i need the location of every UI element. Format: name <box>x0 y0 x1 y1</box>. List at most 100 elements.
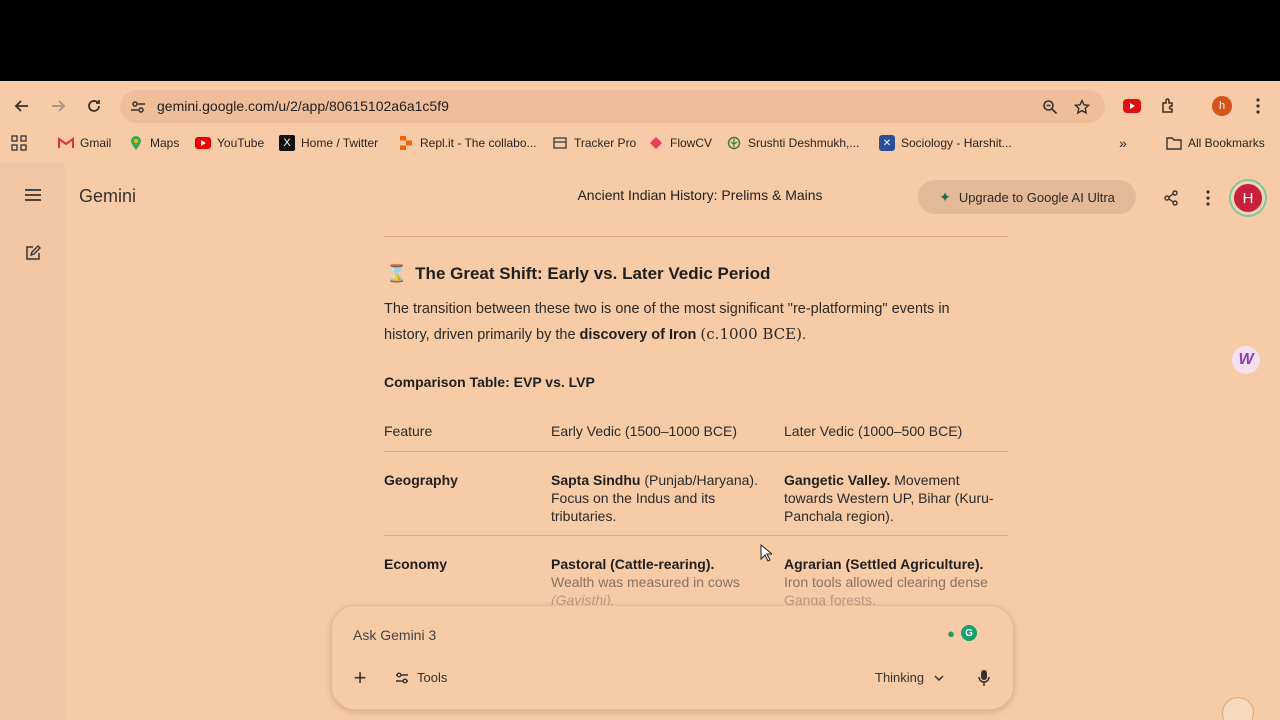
account-avatar[interactable]: H <box>1231 181 1265 215</box>
url-text[interactable]: gemini.google.com/u/2/app/80615102a6a1c5… <box>157 98 449 114</box>
table-row: Geography Sapta Sindhu (Punjab/Haryana).… <box>384 452 1008 536</box>
address-bar-row: gemini.google.com/u/2/app/80615102a6a1c5… <box>0 81 1280 131</box>
zoom-icon[interactable] <box>1040 97 1060 117</box>
bookmark-label: YouTube <box>217 136 265 150</box>
bookmark-label: Srushti Deshmukh,... <box>748 136 860 150</box>
share-icon[interactable] <box>1162 189 1180 207</box>
prompt-input[interactable]: Ask Gemini 3 <box>353 627 436 643</box>
cell-bold: Agrarian (Settled Agriculture). <box>784 556 984 572</box>
lightbulb-icon: ● <box>943 625 959 641</box>
table-heading: Comparison Table: EVP vs. LVP <box>384 374 595 390</box>
more-options-icon[interactable] <box>1199 189 1217 207</box>
upgrade-button[interactable]: ✦ Upgrade to Google AI Ultra <box>918 180 1136 214</box>
hourglass-icon: ⌛ <box>386 264 408 283</box>
new-chat-icon[interactable] <box>22 242 44 264</box>
bookmark-label: Maps <box>150 136 180 150</box>
pdf-extension-icon[interactable] <box>1222 697 1254 720</box>
site-settings-icon[interactable] <box>128 97 148 117</box>
bookmark-tracker[interactable]: Tracker Pro <box>552 134 636 152</box>
bookmarks-bar: Gmail Maps YouTube X Home / Twitter Repl… <box>0 131 1280 155</box>
gemini-sidebar <box>0 163 65 720</box>
tools-button[interactable]: Tools <box>395 670 447 685</box>
folder-icon <box>1166 135 1182 151</box>
browser-window: gemini.google.com/u/2/app/80615102a6a1c5… <box>0 81 1280 720</box>
sociology-icon: ✕ <box>879 135 895 151</box>
upgrade-label: Upgrade to Google AI Ultra <box>958 189 1115 205</box>
gemini-logo[interactable]: Gemini <box>79 186 136 207</box>
cell-bold: Sapta Sindhu <box>551 472 641 488</box>
tools-icon <box>396 672 408 683</box>
para-math: (c.1000 BCE) <box>700 325 802 343</box>
bookmark-sociology[interactable]: ✕ Sociology - Harshit... <box>879 134 1012 152</box>
grammarly-icon: G <box>961 625 977 641</box>
early-cell: Pastoral (Cattle-rearing). Wealth was me… <box>551 555 773 609</box>
youtube-icon <box>195 135 211 151</box>
header-cell: Early Vedic (1500–1000 BCE) <box>551 423 737 439</box>
youtube-extension-icon[interactable] <box>1121 95 1143 117</box>
all-bookmarks-label: All Bookmarks <box>1188 136 1265 150</box>
bookmark-label: FlowCV <box>670 136 713 150</box>
grammarly-widget[interactable]: ● G <box>943 625 977 641</box>
reload-button[interactable] <box>82 94 106 118</box>
bookmark-label: Repl.it - The collabo... <box>420 136 537 150</box>
para-bold: discovery of Iron <box>579 327 697 343</box>
sparkle-icon: ✦ <box>939 188 951 205</box>
gemini-header: Gemini Ancient Indian History: Prelims &… <box>65 163 1280 215</box>
bookmark-srushti[interactable]: Srushti Deshmukh,... <box>726 134 859 152</box>
apps-grid-icon[interactable] <box>11 134 27 152</box>
writing-assistant-icon[interactable]: W <box>1232 346 1260 374</box>
mode-selector[interactable]: Thinking <box>875 670 944 685</box>
intro-paragraph: The transition between these two is one … <box>384 297 984 348</box>
x-icon: X <box>279 135 295 151</box>
all-bookmarks-button[interactable]: All Bookmarks <box>1166 134 1265 152</box>
feature-label: Geography <box>384 472 458 488</box>
chevron-down-icon <box>934 674 944 681</box>
header-cell: Later Vedic (1000–500 BCE) <box>784 423 963 439</box>
prompt-input-box[interactable]: Ask Gemini 3 ● G + Tools Thinking <box>331 605 1014 710</box>
chat-title[interactable]: Ancient Indian History: Prelims & Mains <box>535 187 865 203</box>
bookmark-gmail[interactable]: Gmail <box>58 134 111 152</box>
later-cell: Agrarian (Settled Agriculture). Iron too… <box>784 555 1008 609</box>
omnibox[interactable]: gemini.google.com/u/2/app/80615102a6a1c5… <box>120 90 1105 123</box>
bookmarks-overflow-button[interactable]: » <box>1119 134 1127 152</box>
mode-label: Thinking <box>875 670 925 685</box>
bookmark-label: Gmail <box>80 136 112 150</box>
early-cell: Sapta Sindhu (Punjab/Haryana). Focus on … <box>551 471 773 525</box>
divider <box>384 236 1008 237</box>
cell-bold: Pastoral (Cattle-rearing). <box>551 556 715 572</box>
microphone-icon[interactable] <box>975 668 993 688</box>
gmail-icon <box>58 135 74 151</box>
main-menu-icon[interactable] <box>22 184 44 206</box>
bookmark-replit[interactable]: Repl.it - The collabo... <box>398 134 537 152</box>
bookmark-maps[interactable]: Maps <box>128 134 179 152</box>
forward-button[interactable] <box>46 94 70 118</box>
section-heading: ⌛ The Great Shift: Early vs. Later Vedic… <box>386 264 770 284</box>
feature-label: Economy <box>384 556 448 572</box>
top-black-bar <box>0 0 1280 81</box>
section-title: The Great Shift: Early vs. Later Vedic P… <box>415 264 771 283</box>
bookmark-youtube[interactable]: YouTube <box>195 134 264 152</box>
bookmark-label: Sociology - Harshit... <box>901 136 1012 150</box>
table-header-row: Feature Early Vedic (1500–1000 BCE) Late… <box>384 415 1008 452</box>
bookmark-star-icon[interactable] <box>1072 97 1092 117</box>
mouse-cursor-icon <box>760 543 774 567</box>
maps-icon <box>128 135 144 151</box>
later-cell: Gangetic Valley. Movement towards Wester… <box>784 471 1008 525</box>
comparison-table: Feature Early Vedic (1500–1000 BCE) Late… <box>384 415 1008 616</box>
cell-text: Wealth was measured in cows <box>551 574 740 590</box>
bookmark-label: Home / Twitter <box>301 136 379 150</box>
cell-bold: Gangetic Valley. <box>784 472 891 488</box>
feature-cell: Economy <box>384 555 544 573</box>
tools-label: Tools <box>417 670 448 685</box>
back-button[interactable] <box>10 94 34 118</box>
cell-text: Iron tools allowed clearing dense <box>784 574 988 590</box>
bookmark-label: Tracker Pro <box>574 136 637 150</box>
extensions-icon[interactable] <box>1158 95 1180 117</box>
tracker-icon <box>552 135 568 151</box>
browser-menu-icon[interactable] <box>1247 95 1269 117</box>
replit-icon <box>398 135 414 151</box>
profile-avatar[interactable]: h <box>1212 96 1232 116</box>
bookmark-twitter[interactable]: X Home / Twitter <box>279 134 378 152</box>
bookmark-flowcv[interactable]: FlowCV <box>648 134 712 152</box>
add-attachment-button[interactable]: + <box>350 665 370 690</box>
